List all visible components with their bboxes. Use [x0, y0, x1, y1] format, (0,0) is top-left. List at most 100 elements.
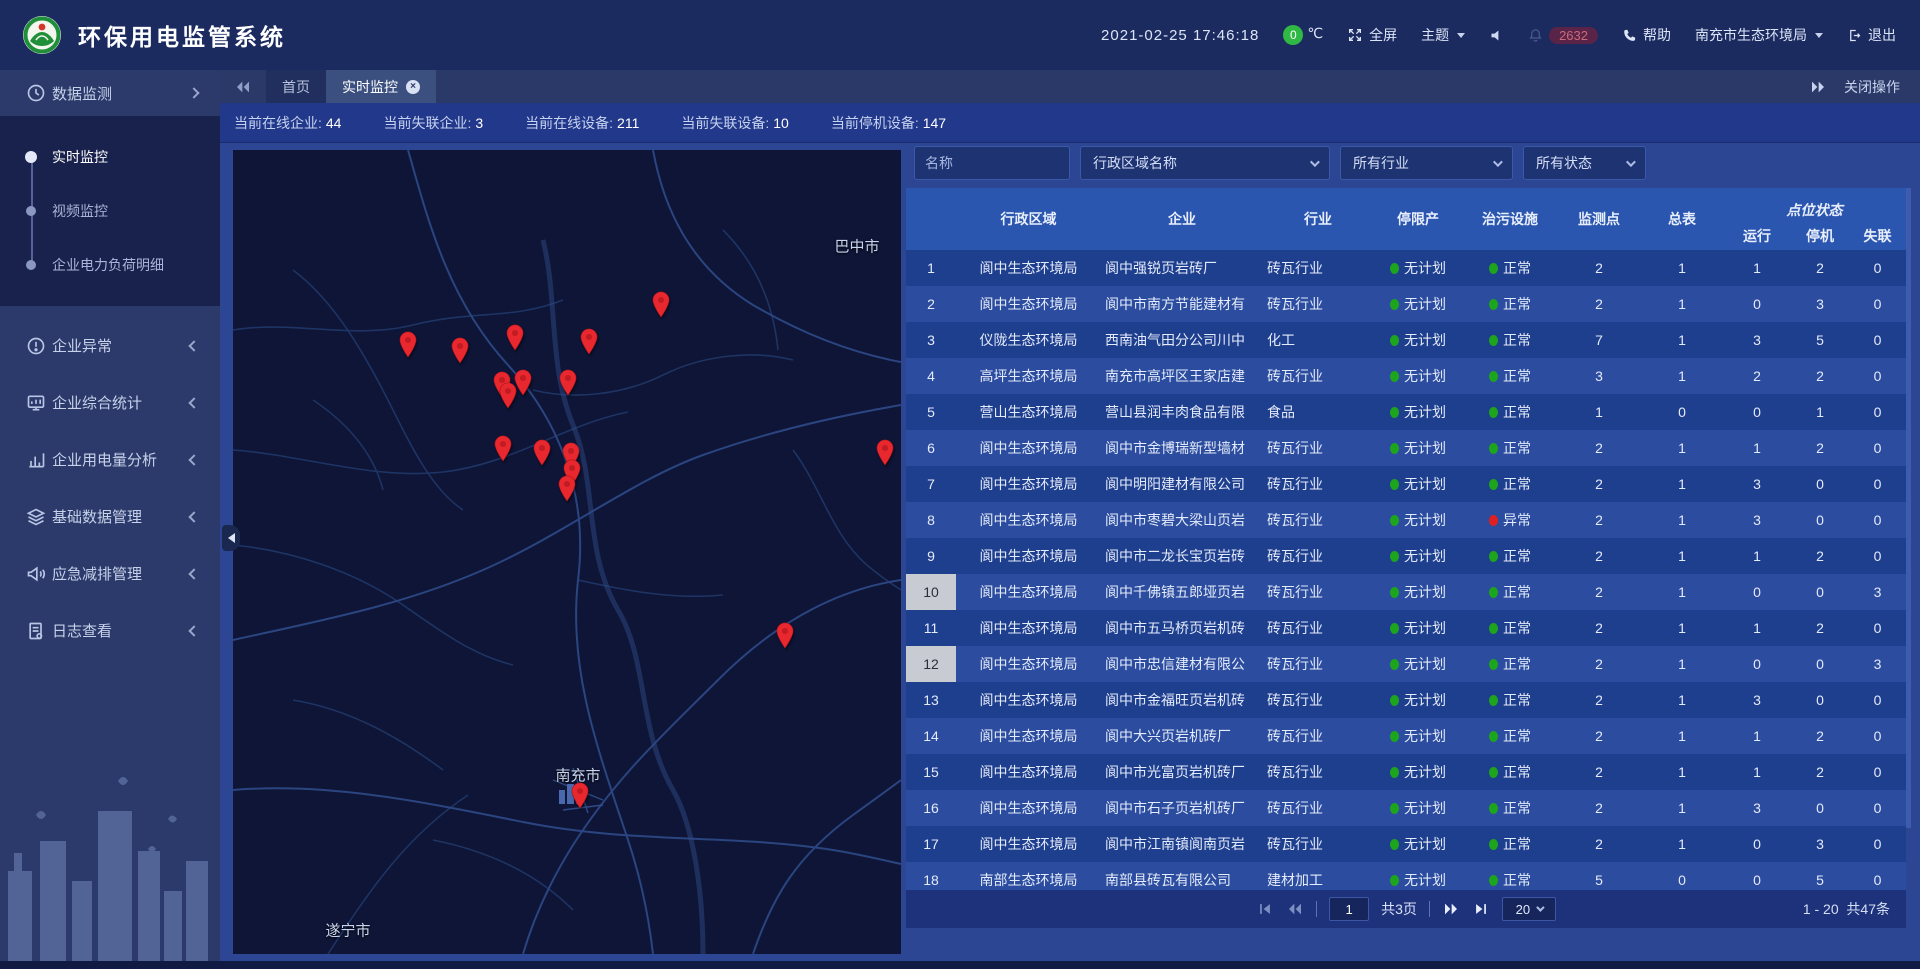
map-pin-icon[interactable]: [532, 439, 552, 466]
cell-company[interactable]: 阆中市二龙长宝页岩砖: [1101, 538, 1263, 574]
cell-company[interactable]: 阆中市南方节能建材有: [1101, 286, 1263, 322]
cell-company[interactable]: 阆中强锐页岩砖厂: [1101, 250, 1263, 286]
sidebar-item[interactable]: 日志查看: [0, 602, 220, 659]
notifications[interactable]: 2632: [1528, 27, 1598, 44]
cell-company[interactable]: 阆中市枣碧大梁山页岩: [1101, 502, 1263, 538]
table-row[interactable]: 15阆中生态环境局阆中市光富页岩机砖厂砖瓦行业无计划正常21120: [906, 754, 1906, 790]
table-row[interactable]: 18南部生态环境局南部县砖瓦有限公司建材加工无计划正常50050: [906, 862, 1906, 890]
table-row[interactable]: 7阆中生态环境局阆中明阳建材有限公司砖瓦行业无计划正常21300: [906, 466, 1906, 502]
status-filter-select[interactable]: 所有状态: [1523, 146, 1646, 180]
cell-company[interactable]: 阆中市江南镇阆南页岩: [1101, 826, 1263, 862]
table-row[interactable]: 17阆中生态环境局阆中市江南镇阆南页岩砖瓦行业无计划正常21030: [906, 826, 1906, 862]
theme-dropdown[interactable]: 主题: [1421, 25, 1465, 45]
first-page-button[interactable]: [1256, 901, 1274, 917]
double-chevron-right-icon[interactable]: [1810, 80, 1826, 94]
cell-company[interactable]: 南充市高坪区王家店建: [1101, 358, 1263, 394]
sidebar-subitem[interactable]: 实时监控: [0, 130, 220, 184]
region-filter-select[interactable]: 行政区域名称: [1080, 146, 1330, 180]
column-header[interactable]: 停限产: [1373, 188, 1463, 250]
status-filter-value: 所有状态: [1536, 153, 1592, 173]
column-header[interactable]: [906, 188, 956, 250]
cell-company[interactable]: 阆中市金福旺页岩机砖: [1101, 682, 1263, 718]
table-row[interactable]: 3仪陇生态环境局西南油气田分公司川中化工无计划正常71350: [906, 322, 1906, 358]
cell-company[interactable]: 西南油气田分公司川中: [1101, 322, 1263, 358]
sidebar-item[interactable]: 数据监测: [0, 70, 220, 116]
status-ok-dot-icon: [1390, 263, 1399, 274]
close-operations-dropdown[interactable]: 关闭操作: [1844, 77, 1900, 97]
collapse-map-button[interactable]: [222, 525, 240, 551]
tabs-scroll-left-button[interactable]: [220, 70, 266, 103]
map-pin-icon[interactable]: [398, 331, 418, 358]
map-pin-icon[interactable]: [579, 328, 599, 355]
table-row[interactable]: 8阆中生态环境局阆中市枣碧大梁山页岩砖瓦行业无计划异常21300: [906, 502, 1906, 538]
help-button[interactable]: 帮助: [1622, 25, 1671, 45]
sidebar-subitem[interactable]: 视频监控: [0, 184, 220, 238]
map-pin-icon[interactable]: [875, 439, 895, 466]
table-scrollbar[interactable]: [1906, 188, 1911, 828]
table-row[interactable]: 4高坪生态环境局南充市高坪区王家店建砖瓦行业无计划正常31220: [906, 358, 1906, 394]
map-pin-icon[interactable]: [450, 337, 470, 364]
column-header[interactable]: 企业: [1101, 188, 1263, 250]
cell-stopped: 1: [1791, 394, 1849, 430]
table-row[interactable]: 12阆中生态环境局阆中市忠信建材有限公砖瓦行业无计划正常21003: [906, 646, 1906, 682]
sidebar-item[interactable]: 企业用电量分析: [0, 431, 220, 488]
cell-company[interactable]: 阆中市忠信建材有限公: [1101, 646, 1263, 682]
cell-stopped: 2: [1791, 430, 1849, 466]
sidebar-subitem[interactable]: 企业电力负荷明细: [0, 238, 220, 292]
map-pin-icon[interactable]: [775, 622, 795, 649]
cell-company[interactable]: 阆中市金博瑞新型墙材: [1101, 430, 1263, 466]
table-row[interactable]: 2阆中生态环境局阆中市南方节能建材有砖瓦行业无计划正常21030: [906, 286, 1906, 322]
table-row[interactable]: 16阆中生态环境局阆中市石子页岩机砖厂砖瓦行业无计划正常21300: [906, 790, 1906, 826]
sidebar-item[interactable]: 应急减排管理: [0, 545, 220, 602]
column-header[interactable]: 总表: [1641, 188, 1723, 250]
table-row[interactable]: 1阆中生态环境局阆中强锐页岩砖厂砖瓦行业无计划正常21120: [906, 250, 1906, 286]
sidebar-item[interactable]: 企业综合统计: [0, 374, 220, 431]
close-tab-icon[interactable]: ×: [406, 80, 420, 94]
cell-company[interactable]: 阆中市五马桥页岩机砖: [1101, 610, 1263, 646]
column-subheader[interactable]: 运行: [1723, 222, 1791, 250]
map-pin-icon[interactable]: [570, 782, 590, 809]
table-row[interactable]: 14阆中生态环境局阆中大兴页岩机砖厂砖瓦行业无计划正常21120: [906, 718, 1906, 754]
map-pin-icon[interactable]: [557, 475, 577, 502]
map-pin-icon[interactable]: [651, 291, 671, 318]
page-size-select[interactable]: 20: [1502, 897, 1556, 921]
cell-company[interactable]: 阆中市光富页岩机砖厂: [1101, 754, 1263, 790]
column-header[interactable]: 行政区域: [956, 188, 1101, 250]
org-dropdown[interactable]: 南充市生态环境局: [1695, 25, 1823, 45]
cell-company[interactable]: 阆中明阳建材有限公司: [1101, 466, 1263, 502]
table-row[interactable]: 5营山生态环境局营山县润丰肉食品有限食品无计划正常10010: [906, 394, 1906, 430]
column-subheader[interactable]: 失联: [1849, 222, 1906, 250]
cell-company[interactable]: 营山县润丰肉食品有限: [1101, 394, 1263, 430]
page-number-input[interactable]: [1329, 897, 1369, 921]
map-pin-icon[interactable]: [558, 369, 578, 396]
sidebar-item[interactable]: 企业异常: [0, 317, 220, 374]
name-filter-input[interactable]: [914, 146, 1070, 180]
map-panel[interactable]: 巴中市南充市遂宁市: [233, 150, 901, 954]
fullscreen-button[interactable]: 全屏: [1347, 25, 1397, 45]
column-header[interactable]: 治污设施: [1463, 188, 1557, 250]
cell-company[interactable]: 阆中大兴页岩机砖厂: [1101, 718, 1263, 754]
industry-filter-select[interactable]: 所有行业: [1340, 146, 1513, 180]
map-pin-icon[interactable]: [493, 435, 513, 462]
table-row[interactable]: 11阆中生态环境局阆中市五马桥页岩机砖砖瓦行业无计划正常21120: [906, 610, 1906, 646]
table-row[interactable]: 9阆中生态环境局阆中市二龙长宝页岩砖砖瓦行业无计划正常21120: [906, 538, 1906, 574]
tab-realtime-monitor[interactable]: 实时监控 ×: [326, 70, 436, 103]
logout-button[interactable]: 退出: [1847, 25, 1896, 45]
table-row[interactable]: 6阆中生态环境局阆中市金博瑞新型墙材砖瓦行业无计划正常21120: [906, 430, 1906, 466]
map-pin-icon[interactable]: [505, 324, 525, 351]
table-row[interactable]: 13阆中生态环境局阆中市金福旺页岩机砖砖瓦行业无计划正常21300: [906, 682, 1906, 718]
last-page-button[interactable]: [1472, 901, 1490, 917]
tab-home[interactable]: 首页: [266, 70, 326, 103]
table-row[interactable]: 10阆中生态环境局阆中千佛镇五郎垭页岩砖瓦行业无计划正常21003: [906, 574, 1906, 610]
sidebar-item[interactable]: 基础数据管理: [0, 488, 220, 545]
map-pin-icon[interactable]: [513, 369, 533, 396]
sound-button[interactable]: [1489, 28, 1504, 43]
column-header[interactable]: 行业: [1263, 188, 1373, 250]
cell-company[interactable]: 阆中千佛镇五郎垭页岩: [1101, 574, 1263, 610]
column-header[interactable]: 监测点: [1557, 188, 1641, 250]
next-page-button[interactable]: [1442, 901, 1460, 917]
cell-company[interactable]: 南部县砖瓦有限公司: [1101, 862, 1263, 890]
column-subheader[interactable]: 停机: [1791, 222, 1849, 250]
cell-company[interactable]: 阆中市石子页岩机砖厂: [1101, 790, 1263, 826]
prev-page-button[interactable]: [1286, 901, 1304, 917]
